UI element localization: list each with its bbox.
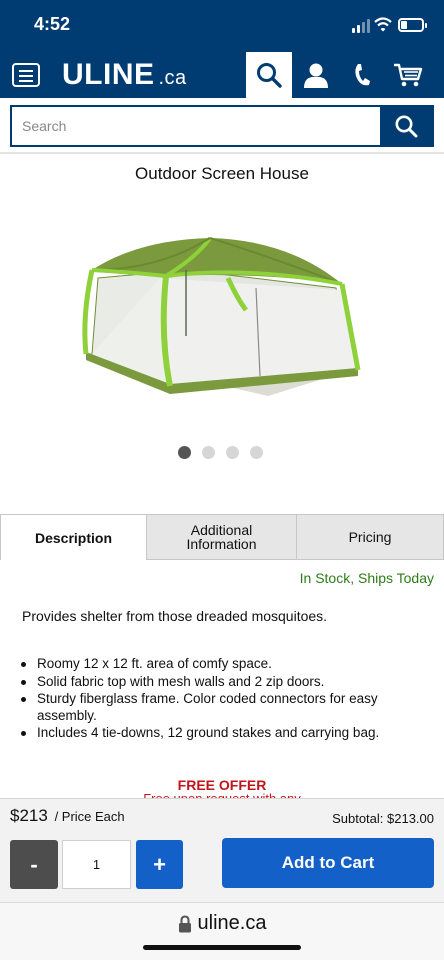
account-button[interactable] [298,58,334,92]
status-bar: 4:52 [0,0,444,50]
tab-description[interactable]: Description [0,514,147,560]
list-item: Includes 4 tie-downs, 12 ground stakes a… [20,725,400,742]
status-time: 4:52 [34,14,71,34]
quantity-field[interactable] [62,840,131,889]
stock-status: In Stock, Ships Today [299,570,434,586]
feature-list: Roomy 12 x 12 ft. area of comfy space. S… [20,656,400,743]
tab-label: Additional Information [186,522,257,552]
page-title: Outdoor Screen House [135,164,309,183]
list-item: Roomy 12 x 12 ft. area of comfy space. [20,656,400,673]
url-display[interactable]: uline.ca [0,912,444,935]
tabs-divider [146,559,444,560]
tab-additional-information[interactable]: Additional Information [146,514,297,560]
product-tabs: Description Additional Information Prici… [0,514,444,560]
subtotal: Subtotal: $213.00 [332,811,434,826]
tab-label: Description [34,529,112,546]
search-icon [395,115,418,138]
product-description: Provides shelter from those dreaded mosq… [22,608,328,624]
search-icon [257,63,282,88]
header-search-button[interactable] [246,52,292,98]
account-icon [304,63,328,88]
url-text: uline.ca [197,912,267,934]
site-header: 4:52 ULINE .ca [0,0,444,98]
search-input[interactable] [12,107,380,145]
carousel-dot[interactable] [178,446,191,459]
image-carousel-dots [178,446,263,460]
phone-icon [355,64,370,86]
carousel-dot[interactable] [226,446,239,459]
wifi-icon [374,17,392,32]
tab-pricing[interactable]: Pricing [296,514,444,560]
product-image[interactable] [78,226,368,406]
home-indicator[interactable] [143,945,301,950]
tab-label: Pricing [348,529,392,545]
search-submit-button[interactable] [380,107,432,145]
divider [0,152,444,154]
price-value: $213 [10,806,48,825]
add-to-cart-button[interactable]: Add to Cart [222,838,434,888]
carousel-dot[interactable] [250,446,263,459]
uline-logo[interactable]: ULINE .ca [62,58,187,92]
unit-price: $213 / Price Each [10,806,125,826]
cell-signal-icon [352,19,372,33]
phone-button[interactable] [344,58,380,92]
decrease-quantity-button[interactable]: - [10,840,58,889]
cart-icon [394,63,423,87]
price-unit: / Price Each [54,809,125,824]
carousel-dot[interactable] [202,446,215,459]
search-bar [10,105,434,147]
increase-quantity-button[interactable]: + [136,840,183,889]
free-offer-title: FREE OFFER [177,777,267,793]
lock-icon [178,914,191,932]
list-item: Solid fabric top with mesh walls and 2 z… [20,674,400,691]
battery-icon [398,18,427,32]
hamburger-menu-icon[interactable] [12,63,40,87]
list-item: Sturdy fiberglass frame. Color coded con… [20,691,400,724]
cart-button[interactable] [390,58,426,92]
